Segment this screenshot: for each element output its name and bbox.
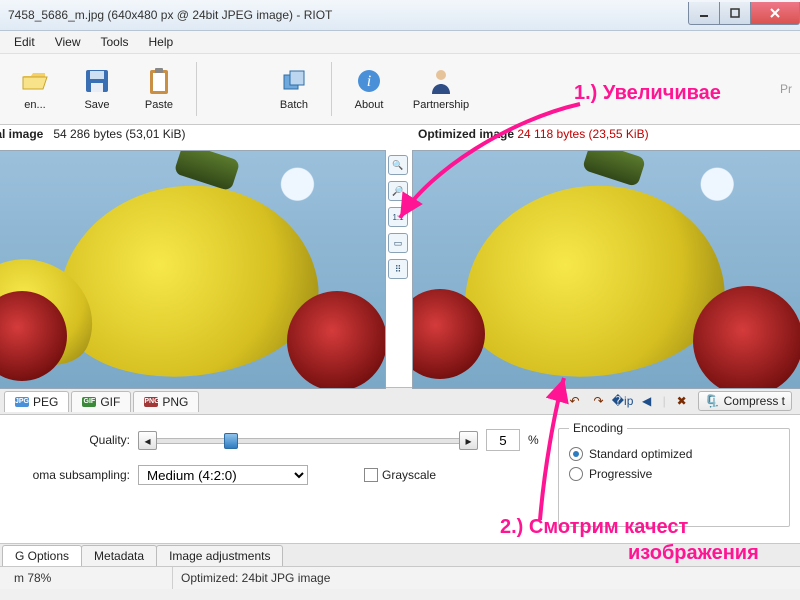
main-toolbar: en... Save Paste Batch i About Partnersh… [0, 54, 800, 125]
encoding-progressive-label: Progressive [589, 467, 652, 481]
optimized-size: 24 118 bytes (23,55 KiB) [517, 127, 648, 141]
png-icon: PNG [144, 397, 158, 407]
save-label: Save [84, 99, 109, 111]
svg-text:i: i [367, 73, 371, 90]
encoding-legend: Encoding [569, 421, 627, 435]
batch-label: Batch [280, 99, 308, 111]
crop-button[interactable]: ✖ [674, 393, 690, 409]
grayscale-checkbox[interactable]: Grayscale [364, 468, 436, 482]
compress-label: Compress t [724, 394, 785, 408]
menu-view[interactable]: View [45, 33, 91, 51]
encoding-standard-label: Standard optimized [589, 447, 692, 461]
toolbar-extra: Pr [780, 82, 796, 96]
menu-help[interactable]: Help [139, 33, 184, 51]
original-size: 54 286 bytes (53,01 KiB) [53, 127, 185, 141]
encoding-group: Encoding Standard optimized Progressive [558, 421, 790, 527]
partnership-button[interactable]: Partnership [400, 56, 482, 122]
tab-jpeg[interactable]: JPG PEG [4, 391, 69, 412]
tab-image-adjustments[interactable]: Image adjustments [156, 545, 283, 566]
flip-h-button[interactable]: �ip [615, 393, 631, 409]
paste-button[interactable]: Paste [128, 56, 190, 122]
quality-value[interactable] [486, 429, 520, 451]
open-label: en... [24, 99, 45, 111]
radio-on-icon [569, 447, 583, 461]
quality-label: Quality: [10, 433, 130, 447]
zoom-out-button[interactable]: 🔎 [388, 181, 408, 201]
paste-label: Paste [145, 99, 173, 111]
menu-edit[interactable]: Edit [4, 33, 45, 51]
gif-icon: GIF [82, 397, 96, 407]
checkbox-icon [364, 468, 378, 482]
compress-button[interactable]: 🗜️ Compress t [698, 391, 792, 411]
open-button[interactable]: en... [4, 56, 66, 122]
tab-jpeg-options[interactable]: G Options [2, 545, 82, 566]
optimized-image[interactable] [412, 150, 800, 389]
radio-off-icon [569, 467, 583, 481]
flip-v-button[interactable]: ◀ [639, 393, 655, 409]
subsampling-label: oma subsampling: [10, 468, 130, 482]
save-button[interactable]: Save [66, 56, 128, 122]
tab-png-label: PNG [162, 395, 188, 409]
zoom-1to1-button[interactable]: 1:1 [388, 207, 408, 227]
person-icon [427, 67, 455, 95]
info-icon: i [355, 67, 383, 95]
slider-dec-button[interactable]: ◂ [138, 431, 157, 450]
slider-thumb[interactable] [224, 433, 238, 449]
tab-gif-label: GIF [100, 395, 120, 409]
subsampling-select[interactable]: Medium (4:2:0) [138, 465, 308, 485]
menu-tools[interactable]: Tools [90, 33, 138, 51]
original-label: ial image [0, 127, 43, 141]
rotate-ccw-button[interactable]: ↶ [567, 393, 583, 409]
tab-metadata[interactable]: Metadata [81, 545, 157, 566]
clipboard-icon [145, 67, 173, 95]
batch-button[interactable]: Batch [263, 56, 325, 122]
slider-inc-button[interactable]: ▸ [459, 431, 478, 450]
quality-slider[interactable]: ◂ ▸ [138, 431, 478, 449]
grayscale-label: Grayscale [382, 468, 436, 482]
close-button[interactable] [750, 2, 800, 25]
bottom-tabs: G Options Metadata Image adjustments [0, 544, 800, 566]
minimize-button[interactable] [688, 2, 720, 25]
original-image[interactable] [0, 150, 386, 389]
zoom-in-button[interactable]: 🔍 [388, 155, 408, 175]
about-button[interactable]: i About [338, 56, 400, 122]
encoding-standard[interactable]: Standard optimized [569, 447, 779, 461]
window-title: 7458_5686_m.jpg (640x480 px @ 24bit JPEG… [8, 8, 689, 22]
zoom-tools: 🔍 🔎 1:1 ▭ ⠿ [386, 155, 410, 279]
title-bar: 7458_5686_m.jpg (640x480 px @ 24bit JPEG… [0, 0, 800, 31]
tab-gif[interactable]: GIF GIF [71, 391, 131, 412]
status-zoom: m 78% [6, 567, 173, 589]
batch-icon [280, 67, 308, 95]
partnership-label: Partnership [413, 99, 469, 111]
optimized-pane: Optimized image 24 118 bytes (23,55 KiB) [412, 125, 800, 387]
menu-bar: Edit View Tools Help [0, 31, 800, 54]
tab-png[interactable]: PNG PNG [133, 391, 199, 412]
image-compare: ial image 54 286 bytes (53,01 KiB) 🔍 🔎 1… [0, 125, 800, 388]
rotate-cw-button[interactable]: ↷ [591, 393, 607, 409]
about-label: About [355, 99, 384, 111]
encoding-progressive[interactable]: Progressive [569, 467, 779, 481]
original-pane: ial image 54 286 bytes (53,01 KiB) [0, 125, 386, 387]
quality-percent: % [528, 433, 539, 447]
pan-button[interactable]: ⠿ [388, 259, 408, 279]
floppy-icon [83, 67, 111, 95]
folder-open-icon [21, 67, 49, 95]
format-strip: JPG PEG GIF GIF PNG PNG ↶ ↷ �ip ◀ | ✖ 🗜️… [0, 388, 800, 415]
tab-jpeg-label: PEG [33, 395, 58, 409]
status-bar: m 78% Optimized: 24bit JPG image [0, 566, 800, 589]
maximize-button[interactable] [719, 2, 751, 25]
jpeg-options: Quality: ◂ ▸ % oma subsampling: Medium (… [0, 415, 800, 544]
status-info: Optimized: 24bit JPG image [173, 567, 794, 589]
optimized-label: Optimized image [418, 127, 514, 141]
compress-icon: 🗜️ [705, 394, 720, 408]
fit-window-button[interactable]: ▭ [388, 233, 408, 253]
jpeg-icon: JPG [15, 397, 29, 407]
